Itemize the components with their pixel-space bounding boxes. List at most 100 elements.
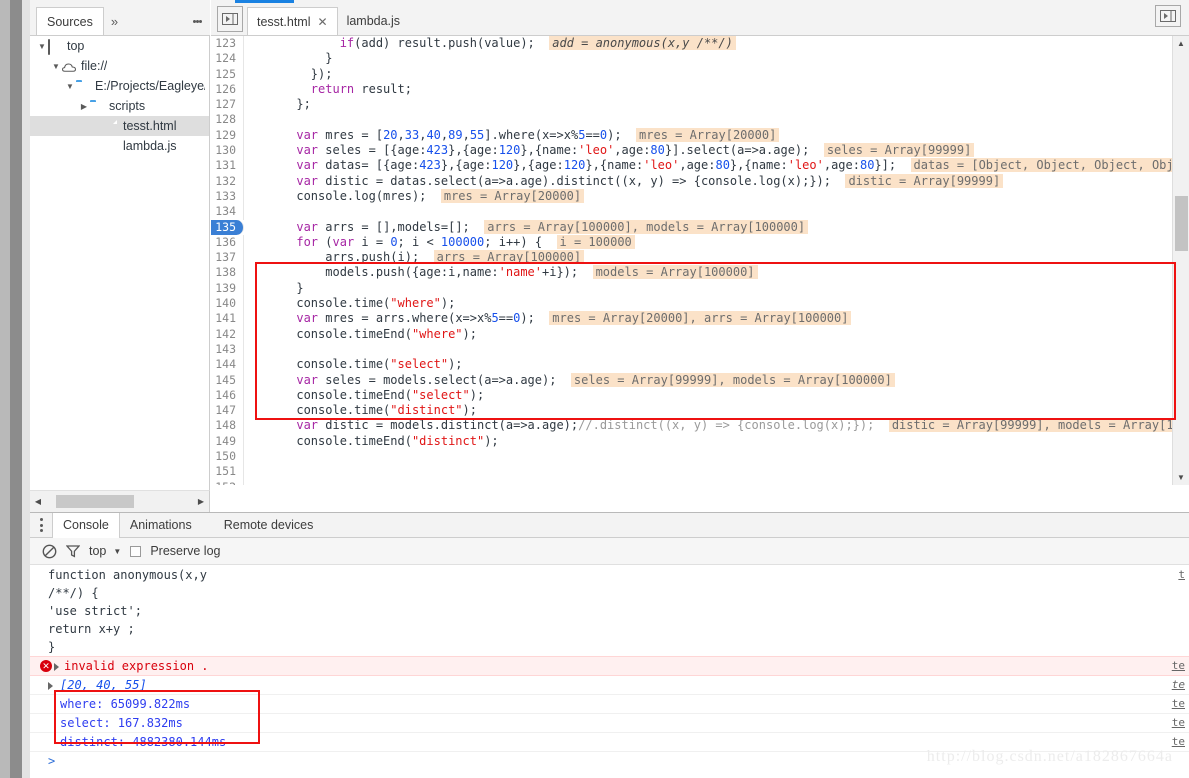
code-line[interactable]: 126 return result; [211,81,1189,98]
more-tabs-icon[interactable]: » [104,7,125,35]
scroll-right-icon[interactable]: ▶ [193,497,209,506]
line-number[interactable]: 135 [211,219,244,235]
code-line[interactable]: 146 console.timeEnd("select"); [211,387,1189,404]
twisty-expanded-icon[interactable]: ▼ [64,82,76,91]
line-number[interactable]: 139 [211,280,244,297]
code-line[interactable]: 151 [211,464,1189,480]
expand-triangle-icon[interactable] [54,663,59,671]
tab-remote-devices[interactable]: Remote devices [202,512,324,538]
code-line[interactable]: 129 var mres = [20,33,40,89,55].where(x=… [211,127,1189,144]
line-number[interactable]: 144 [211,357,244,373]
code-line[interactable]: 142 console.timeEnd("where"); [211,326,1189,342]
console-message-log[interactable]: function anonymous(x,y /**/) { 'use stri… [30,566,1189,656]
scroll-left-icon[interactable]: ◀ [30,497,46,506]
line-number[interactable]: 140 [211,296,244,312]
code-line[interactable]: 128 [211,112,1189,128]
code-line[interactable]: 152 [211,479,1189,485]
line-number[interactable]: 152 [211,479,244,485]
line-number[interactable]: 131 [211,158,244,174]
scroll-up-icon[interactable]: ▲ [1173,36,1189,51]
code-line[interactable]: 143 [211,341,1189,358]
code-line[interactable]: 132 var distic = datas.select(a=>a.age).… [211,173,1189,189]
line-number[interactable]: 137 [211,250,244,266]
code-line[interactable]: 131 var datas= [{age:423},{age:120},{age… [211,158,1189,174]
code-line[interactable]: 139 } [211,280,1189,297]
code-line[interactable]: 134 [211,204,1189,220]
line-number[interactable]: 123 [211,36,244,52]
console-message-timing[interactable]: select: 167.832ms te [30,714,1189,733]
console-source-link[interactable]: te [1172,733,1185,751]
console-message-array[interactable]: [20, 40, 55] te [30,676,1189,695]
line-number[interactable]: 134 [211,204,244,220]
code-line[interactable]: 149 console.timeEnd("distinct"); [211,433,1189,450]
clear-console-icon[interactable] [42,544,57,559]
tab-console[interactable]: Console [52,512,120,538]
code-line[interactable]: 127 }; [211,97,1189,113]
code-lines[interactable]: 123 if(add) result.push(value); add = an… [211,36,1189,485]
line-number[interactable]: 129 [211,127,244,144]
scroll-track[interactable] [46,491,193,513]
console-source-link[interactable]: te [1172,676,1185,694]
preserve-log-checkbox[interactable] [130,545,142,557]
code-line[interactable]: 140 console.time("where"); [211,296,1189,312]
toggle-debugger-sidebar-icon[interactable] [1155,5,1181,27]
line-number[interactable]: 128 [211,112,244,128]
twisty-expanded-icon[interactable]: ▼ [50,62,62,71]
line-number[interactable]: 132 [211,173,244,189]
tree-item-file[interactable]: ▼ file:// [30,56,209,76]
line-number[interactable]: 146 [211,387,244,404]
line-number[interactable]: 142 [211,326,244,342]
toggle-navigator-icon[interactable] [217,6,243,32]
code-line[interactable]: 150 [211,449,1189,465]
code-line[interactable]: 147 console.time("distinct"); [211,403,1189,419]
line-number[interactable]: 125 [211,66,244,82]
line-number[interactable]: 145 [211,372,244,388]
code-line[interactable]: 133 console.log(mres); mres = Array[2000… [211,188,1189,205]
navigator-horizontal-scrollbar[interactable]: ◀ ▶ [30,490,210,512]
tab-sources[interactable]: Sources [36,7,104,35]
execution-context-selector[interactable]: top ▼ [89,544,121,558]
code-line[interactable]: 145 var seles = models.select(a=>a.age);… [211,372,1189,388]
tree-item-e-projects-eagleye-s[interactable]: ▼ E:/Projects/Eagleye/s [30,76,209,96]
chevron-down-icon[interactable]: ▼ [113,547,121,556]
code-line[interactable]: 141 var mres = arrs.where(x=>x%5==0); mr… [211,311,1189,327]
line-number[interactable]: 130 [211,143,244,159]
line-number[interactable]: 136 [211,234,244,251]
file-navigator-tree[interactable]: ▼ top ▼ file:// ▼ E:/Projects/Eagleye/s ▶ scrip… [30,36,210,490]
console-source-link[interactable]: te [1172,657,1185,675]
filter-icon[interactable] [66,544,80,558]
line-number[interactable]: 150 [211,449,244,465]
line-number[interactable]: 138 [211,265,244,281]
twisty-collapsed-icon[interactable]: ▶ [78,102,90,111]
scroll-thumb[interactable] [56,494,134,508]
console-source-link[interactable]: t [1178,566,1185,584]
tree-item-tesst-html[interactable]: ▶tesst.html [30,116,209,136]
scroll-thumb[interactable] [1175,196,1188,251]
code-line[interactable]: 125 }); [211,66,1189,82]
scroll-down-icon[interactable]: ▼ [1173,470,1189,485]
line-number[interactable]: 147 [211,403,244,419]
line-number[interactable]: 151 [211,464,244,480]
sources-more-options-icon[interactable] [185,7,210,35]
console-source-link[interactable]: te [1172,714,1185,732]
code-line[interactable]: 136 for (var i = 0; i < 100000; i++) { i… [211,234,1189,251]
line-number[interactable]: 141 [211,311,244,327]
console-output[interactable]: function anonymous(x,y /**/) { 'use stri… [30,566,1189,778]
close-tab-icon[interactable]: ✕ [318,15,328,29]
twisty-expanded-icon[interactable]: ▼ [36,42,48,51]
console-message-timing[interactable]: where: 65099.822ms te [30,695,1189,714]
editor-vertical-scrollbar[interactable]: ▲ ▼ [1172,36,1189,485]
tree-item-lambda-js[interactable]: ▶lambda.js [30,136,209,156]
code-line[interactable]: 144 console.time("select"); [211,357,1189,373]
line-number[interactable]: 133 [211,188,244,205]
line-number[interactable]: 126 [211,81,244,98]
tree-item-scripts[interactable]: ▶ scripts [30,96,209,116]
expand-triangle-icon[interactable] [48,682,53,690]
code-line[interactable]: 123 if(add) result.push(value); add = an… [211,36,1189,52]
console-message-error[interactable]: ✕ invalid expression . te [30,656,1189,676]
tree-item-top[interactable]: ▼ top [30,36,209,56]
code-editor[interactable]: 123 if(add) result.push(value); add = an… [211,36,1189,485]
line-number[interactable]: 143 [211,341,244,358]
editor-tab-tesst-html[interactable]: tesst.html ✕ [247,7,338,35]
line-number[interactable]: 127 [211,97,244,113]
